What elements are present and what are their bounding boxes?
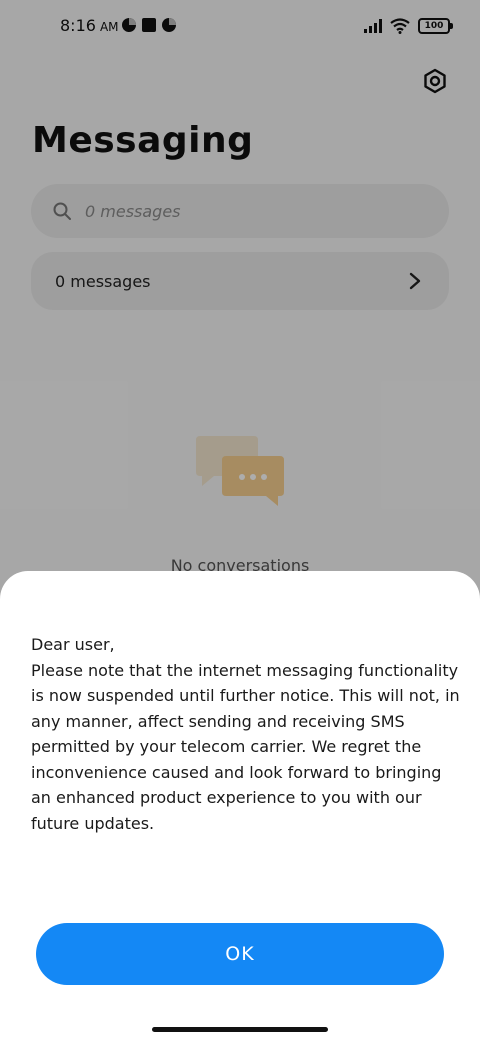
home-indicator[interactable] bbox=[152, 1027, 328, 1032]
ok-button[interactable]: OK bbox=[36, 923, 444, 985]
dialog-sheet: Dear user, Please note that the internet… bbox=[0, 571, 480, 1040]
dialog-message: Dear user, Please note that the internet… bbox=[31, 635, 460, 833]
